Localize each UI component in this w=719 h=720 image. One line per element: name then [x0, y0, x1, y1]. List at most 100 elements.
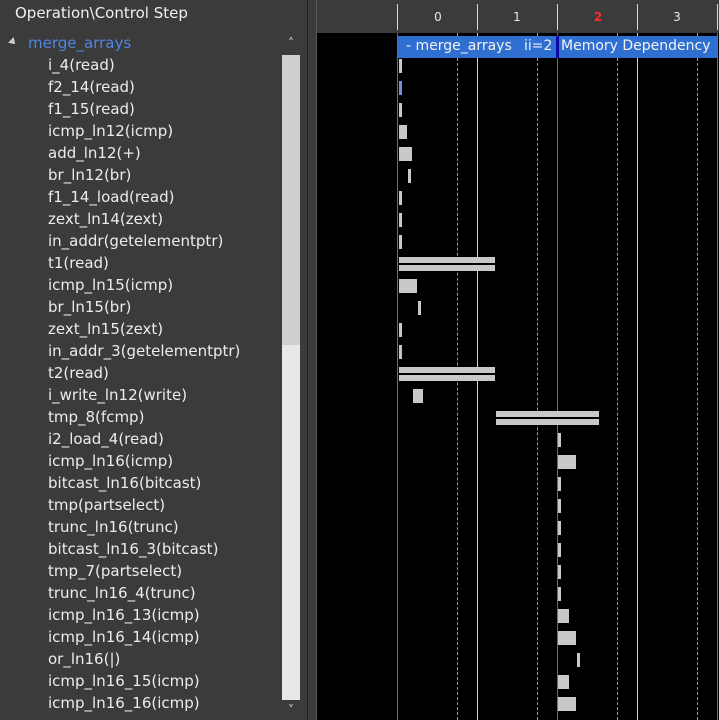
schedule-bar[interactable] [399, 125, 407, 139]
schedule-bar[interactable] [399, 279, 417, 293]
column-header[interactable]: Operation\Control Step [0, 0, 307, 28]
grid-line [537, 33, 538, 720]
scrollbar-track[interactable] [282, 345, 300, 700]
schedule-bar[interactable] [558, 455, 576, 469]
operation-row[interactable]: icmp_ln12(icmp) [0, 121, 280, 143]
operation-label: add_ln12(+) [48, 144, 141, 162]
operation-row[interactable]: tmp_7(partselect) [0, 561, 280, 583]
schedule-bar[interactable] [399, 323, 402, 337]
schedule-bar[interactable] [399, 191, 402, 205]
vertical-scrollbar[interactable]: ˄ ˅ [280, 33, 302, 720]
region-step-marker [556, 36, 559, 58]
operation-label: tmp_7(partselect) [48, 562, 183, 580]
operation-row[interactable]: in_addr_3(getelementptr) [0, 341, 280, 363]
schedule-bar[interactable] [577, 653, 580, 667]
column-header-label: Operation\Control Step [15, 4, 188, 22]
operation-row[interactable]: icmp_ln16_16(icmp) [0, 693, 280, 715]
operation-label: i_4(read) [48, 56, 115, 74]
operation-row[interactable]: t2(read) [0, 363, 280, 385]
schedule-bar[interactable] [399, 345, 402, 359]
grid-line [397, 33, 398, 720]
operation-label: f1_15(read) [48, 100, 135, 118]
chevron-up-icon[interactable]: ˄ [280, 33, 302, 53]
schedule-bar[interactable] [558, 587, 561, 601]
region-ii: ii=2 [524, 38, 553, 54]
schedule-bar[interactable] [558, 521, 561, 535]
schedule-bar[interactable] [558, 697, 576, 711]
schedule-bar[interactable] [558, 675, 569, 689]
tree-root-merge-arrays[interactable]: merge_arrays [0, 33, 280, 55]
operation-label: zext_ln15(zext) [48, 320, 164, 338]
schedule-bar[interactable] [558, 609, 569, 623]
panel-splitter[interactable] [307, 0, 317, 720]
operation-row[interactable]: f1_15(read) [0, 99, 280, 121]
schedule-bar[interactable] [558, 499, 561, 513]
schedule-bar[interactable] [399, 235, 402, 249]
operation-row[interactable]: tmp_8(fcmp) [0, 407, 280, 429]
operation-row[interactable]: bitcast_ln16(bitcast) [0, 473, 280, 495]
operation-label: bitcast_ln16_3(bitcast) [48, 540, 219, 558]
operation-row[interactable]: br_ln12(br) [0, 165, 280, 187]
operation-row[interactable]: add_ln12(+) [0, 143, 280, 165]
operation-row[interactable]: f2_14(read) [0, 77, 280, 99]
schedule-bar[interactable] [399, 81, 402, 95]
operation-row[interactable]: i_write_ln12(write) [0, 385, 280, 407]
schedule-bar[interactable] [558, 543, 561, 557]
operation-label: tmp(partselect) [48, 496, 166, 514]
operation-row[interactable]: trunc_ln16(trunc) [0, 517, 280, 539]
schedule-bar[interactable] [558, 631, 576, 645]
schedule-bar[interactable] [558, 477, 561, 491]
operation-row[interactable]: i_4(read) [0, 55, 280, 77]
schedule-bar[interactable] [399, 147, 412, 161]
step-label-3[interactable]: 3 [667, 10, 687, 24]
schedule-bar[interactable] [413, 389, 423, 403]
operation-label: t2(read) [48, 364, 109, 382]
chevron-down-icon[interactable]: ˅ [280, 700, 302, 720]
operation-label: i2_load_4(read) [48, 430, 164, 448]
operation-row[interactable]: in_addr(getelementptr) [0, 231, 280, 253]
schedule-bar[interactable] [496, 411, 599, 425]
operation-row[interactable]: icmp_ln16_14(icmp) [0, 627, 280, 649]
operation-label: icmp_ln15(icmp) [48, 276, 174, 294]
step-tick [557, 4, 558, 30]
operation-row[interactable]: i2_load_4(read) [0, 429, 280, 451]
schedule-grid: - merge_arrays ii=2 Memory Dependency [317, 33, 719, 720]
grid-line [697, 33, 698, 720]
schedule-bar[interactable] [399, 103, 402, 117]
step-tick [637, 4, 638, 30]
tree-root-label: merge_arrays [28, 34, 132, 52]
step-tick [717, 4, 718, 30]
operation-row[interactable]: icmp_ln16_13(icmp) [0, 605, 280, 627]
schedule-bar[interactable] [399, 213, 402, 227]
operation-row[interactable]: zext_ln15(zext) [0, 319, 280, 341]
scrollbar-thumb[interactable] [282, 55, 300, 345]
operation-row[interactable]: zext_ln14(zext) [0, 209, 280, 231]
operation-row[interactable]: bitcast_ln16_3(bitcast) [0, 539, 280, 561]
step-label-1[interactable]: 1 [507, 10, 527, 24]
step-label-2[interactable]: 2 [588, 10, 608, 24]
operation-row[interactable]: f1_14_load(read) [0, 187, 280, 209]
operation-row[interactable]: trunc_ln16_4(trunc) [0, 583, 280, 605]
operation-label: icmp_ln12(icmp) [48, 122, 174, 140]
region-header-merge-arrays[interactable]: - merge_arrays ii=2 Memory Dependency [398, 36, 717, 58]
schedule-bar[interactable] [418, 301, 421, 315]
operation-row[interactable]: or_ln16(|) [0, 649, 280, 671]
schedule-bar[interactable] [408, 169, 411, 183]
control-step-ruler: 0 1 2 3 [317, 0, 719, 33]
step-tick [397, 4, 398, 30]
expand-triangle-icon[interactable] [8, 37, 18, 47]
schedule-bar[interactable] [399, 59, 402, 73]
operation-row[interactable]: t1(read) [0, 253, 280, 275]
operation-row[interactable]: tmp(partselect) [0, 495, 280, 517]
operation-row[interactable]: icmp_ln16_15(icmp) [0, 671, 280, 693]
schedule-bar[interactable] [399, 367, 495, 381]
schedule-bar[interactable] [399, 257, 495, 271]
region-name: - merge_arrays [406, 38, 512, 54]
schedule-bar[interactable] [558, 565, 561, 579]
operation-row[interactable]: br_ln15(br) [0, 297, 280, 319]
step-label-0[interactable]: 0 [428, 10, 448, 24]
operation-row[interactable]: icmp_ln15(icmp) [0, 275, 280, 297]
schedule-bar[interactable] [558, 433, 561, 447]
operation-row[interactable]: icmp_ln16(icmp) [0, 451, 280, 473]
operation-tree: merge_arrays i_4(read) f2_14(read) f1_15(r… [0, 33, 280, 720]
